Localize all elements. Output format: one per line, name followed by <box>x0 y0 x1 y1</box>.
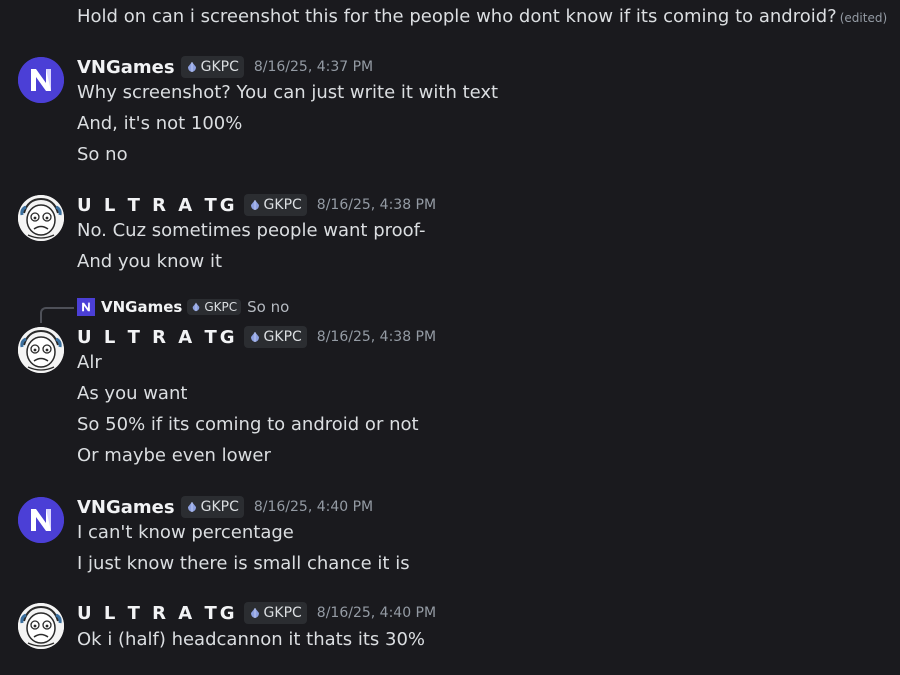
timestamp[interactable]: 8/16/25, 4:38 PM <box>317 197 436 213</box>
guild-tag[interactable]: GKPC <box>243 326 307 348</box>
message-line: Or maybe even lower <box>77 445 271 466</box>
gem-icon <box>249 199 261 211</box>
gem-icon <box>186 501 198 513</box>
username[interactable]: U L T R A TG <box>77 603 238 624</box>
reply-preview[interactable]: VNGames GKPC So no <box>77 298 289 316</box>
guild-tag[interactable]: GKPC <box>243 194 307 216</box>
ultratg-avatar[interactable] <box>18 603 64 649</box>
guild-tag-label: GKPC <box>204 300 238 314</box>
guild-tag[interactable]: GKPC <box>180 56 244 78</box>
reply-username[interactable]: VNGames <box>101 298 182 316</box>
message-header: U L T R A TG GKPC 8/16/25, 4:38 PM <box>77 193 436 217</box>
username[interactable]: VNGames <box>77 497 175 518</box>
username[interactable]: U L T R A TG <box>77 327 238 348</box>
edited-label: (edited) <box>839 11 888 25</box>
guild-tag-label: GKPC <box>200 59 239 75</box>
username[interactable]: VNGames <box>77 57 175 78</box>
message-line: And, it's not 100% <box>77 113 243 134</box>
message-header: VNGames GKPC 8/16/25, 4:37 PM <box>77 55 373 79</box>
message-text: Hold on can i screenshot this for the pe… <box>77 6 837 27</box>
vngames-avatar[interactable] <box>18 497 64 543</box>
timestamp[interactable]: 8/16/25, 4:37 PM <box>254 59 373 75</box>
cartoon-face-icon <box>18 195 64 241</box>
gem-icon <box>249 331 261 343</box>
gem-icon <box>191 302 201 312</box>
ultratg-avatar[interactable] <box>18 327 64 373</box>
message-line: Alr <box>77 352 102 373</box>
guild-tag[interactable]: GKPC <box>180 496 244 518</box>
timestamp[interactable]: 8/16/25, 4:40 PM <box>254 499 373 515</box>
guild-tag-label: GKPC <box>263 605 302 621</box>
vn-logo-icon <box>18 57 64 103</box>
vngames-avatar[interactable] <box>18 57 64 103</box>
message-header: VNGames GKPC 8/16/25, 4:40 PM <box>77 495 373 519</box>
guild-tag-label: GKPC <box>263 329 302 345</box>
ultratg-avatar[interactable] <box>18 195 64 241</box>
message-header: U L T R A TG GKPC 8/16/25, 4:38 PM <box>77 325 436 349</box>
message-header: U L T R A TG GKPC 8/16/25, 4:40 PM <box>77 601 436 625</box>
timestamp[interactable]: 8/16/25, 4:38 PM <box>317 329 436 345</box>
message-line: As you want <box>77 383 188 404</box>
chat-messages: Hold on can i screenshot this for the pe… <box>0 0 900 675</box>
timestamp[interactable]: 8/16/25, 4:40 PM <box>317 605 436 621</box>
message-line: Why screenshot? You can just write it wi… <box>77 82 499 103</box>
message-line: I can't know percentage <box>77 522 294 543</box>
reply-spine <box>40 307 74 323</box>
vn-logo-icon <box>77 298 95 316</box>
message-line: Hold on can i screenshot this for the pe… <box>77 5 887 30</box>
cartoon-face-icon <box>18 327 64 373</box>
gem-icon <box>186 61 198 73</box>
message-line: So no <box>77 144 128 165</box>
guild-tag: GKPC <box>187 299 242 315</box>
gem-icon <box>249 607 261 619</box>
message-line: So 50% if its coming to android or not <box>77 414 419 435</box>
message-line: I just know there is small chance it is <box>77 553 410 574</box>
message-line: No. Cuz sometimes people want proof- <box>77 220 426 241</box>
guild-tag-label: GKPC <box>263 197 302 213</box>
vngames-mini-avatar <box>77 298 95 316</box>
vn-logo-icon <box>18 497 64 543</box>
username[interactable]: U L T R A TG <box>77 195 238 216</box>
cartoon-face-icon <box>18 603 64 649</box>
guild-tag-label: GKPC <box>200 499 239 515</box>
guild-tag[interactable]: GKPC <box>243 602 307 624</box>
reply-text: So no <box>247 298 290 316</box>
message-line: And you know it <box>77 251 223 272</box>
message-line: Ok i (half) headcannon it thats its 30% <box>77 629 426 650</box>
